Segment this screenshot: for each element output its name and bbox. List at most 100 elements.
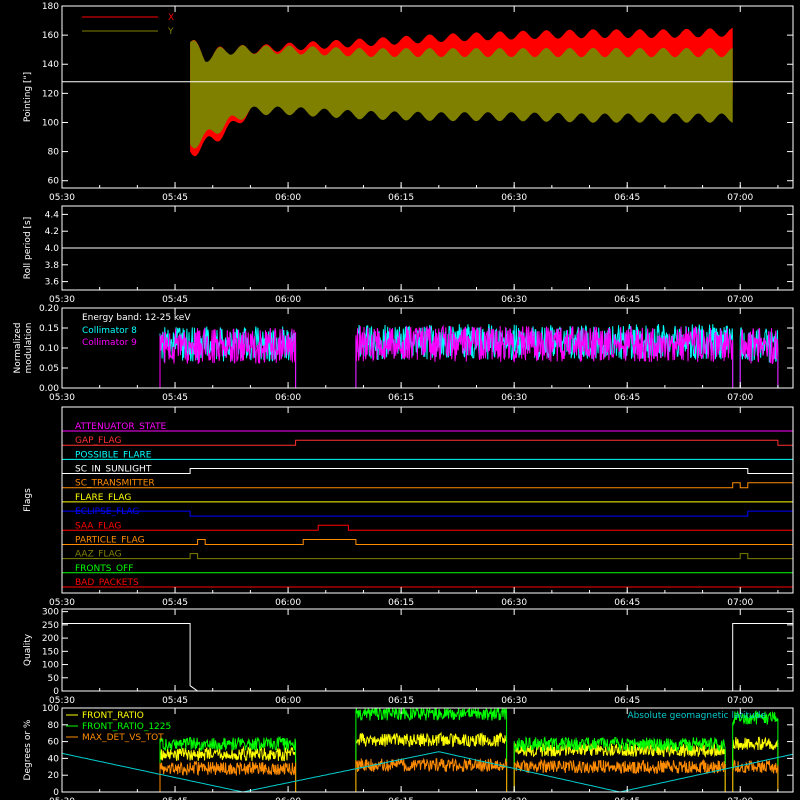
flag-label-6: ECLIPSE_FLAG — [75, 507, 139, 517]
plot-frame — [61, 406, 794, 594]
y-tick-label: 160 — [42, 31, 59, 41]
x-tick-label: 06:45 — [614, 393, 640, 403]
x-tick-label: 06:15 — [388, 193, 414, 203]
plot-area — [62, 623, 793, 691]
panel-3: Energy band: 12-25 keV Collimator 8 Collim… — [13, 304, 794, 403]
flag-line-7 — [62, 524, 793, 531]
flag-line-3 — [62, 468, 793, 474]
legend-label-X: X — [168, 13, 174, 23]
legend-label-2: MAX_DET_VS_TOT — [82, 733, 164, 743]
x-tick-label: 06:15 — [388, 598, 414, 608]
y-tick-label: 150 — [42, 647, 59, 657]
series-2-segment-0 — [159, 760, 297, 792]
y-tick-label: 40 — [48, 754, 60, 764]
x-tick-label: 07:00 — [727, 193, 753, 203]
flag-label-10: FRONTS_OFF — [75, 564, 133, 574]
legend: XY — [82, 13, 174, 37]
x-tick-label: 07:00 — [727, 696, 753, 706]
y-axis: 0 50 100 150 200 250 300 — [42, 608, 793, 697]
panel-5: 05:30 05:45 06:00 06:15 06:30 06:45 07:0005010… — [23, 608, 794, 706]
y-tick-label: 140 — [42, 60, 59, 70]
x-axis: 05:30 05:45 06:00 06:15 06:30 06:45 07:00 — [49, 407, 779, 608]
x-tick-label: 05:30 — [49, 193, 75, 203]
y-tick-label: 80 — [48, 721, 60, 731]
y-tick-label: 4.2 — [45, 227, 59, 237]
x-tick-label: 06:45 — [614, 193, 640, 203]
series-3-line — [62, 751, 793, 792]
y-tick-label: 4.0 — [45, 244, 60, 254]
x-tick-label: 06:30 — [501, 696, 527, 706]
x-tick-label: 06:15 — [388, 393, 414, 403]
y-axis-title: Normalizedmodulation — [13, 322, 34, 373]
flag-line-9 — [62, 553, 793, 560]
legend-label-3: Absolute geomagnetic latitude — [627, 711, 766, 721]
y-axis-title: Pointing ["] — [23, 72, 33, 122]
series-1-segment-1 — [355, 708, 508, 792]
x-tick-label: 06:00 — [275, 193, 301, 203]
x-tick-label: 06:45 — [614, 696, 640, 706]
legend-label-0: Collimator 8 — [82, 326, 137, 336]
y-tick-label: 50 — [48, 674, 60, 684]
x-tick-label: 07:00 — [727, 598, 753, 608]
x-tick-label: 06:30 — [501, 598, 527, 608]
legend: FRONT_RATIOFRONT_RATIO_1225MAX_DET_VS_TO… — [66, 711, 766, 743]
y-tick-label: 100 — [42, 118, 59, 128]
series-0-segment-3 — [732, 736, 779, 792]
y-axis-title: Roll period [s] — [23, 217, 33, 279]
x-tick-label: 06:00 — [275, 598, 301, 608]
x-tick-label: 05:45 — [162, 598, 188, 608]
series-2-segment-3 — [732, 759, 779, 792]
x-tick-label: 06:30 — [501, 393, 527, 403]
energy-band-annotation: Energy band: 12-25 keV — [82, 313, 191, 323]
y-axis-title: Quality — [23, 633, 33, 666]
chart-figure: XY 05:30 05:45 06:00 06:15 06:30 06:45 07:00 60 8… — [13, 2, 794, 800]
plot-frame — [61, 608, 794, 692]
plot-area — [62, 430, 793, 588]
y-tick-label: 0 — [53, 687, 59, 697]
legend-label-Y: Y — [167, 27, 174, 37]
x-tick-label: 06:45 — [614, 295, 640, 305]
plot-area — [62, 28, 793, 157]
x-tick-label: 06:30 — [501, 295, 527, 305]
panel-2: 05:30 05:45 06:00 06:15 06:30 06:45 07:003.63.… — [23, 205, 794, 305]
x-tick-label: 06:00 — [275, 696, 301, 706]
y-tick-label: 0.20 — [39, 304, 59, 314]
flag-label-2: POSSIBLE_FLARE — [75, 450, 152, 460]
y-tick-label: 0.00 — [39, 384, 59, 394]
y-tick-label: 0.15 — [39, 324, 59, 334]
y-axis-title: Flags — [23, 488, 33, 512]
flag-label-7: SAA_FLAG — [75, 521, 121, 531]
flag-label-9: AAZ_FLAG — [75, 550, 122, 560]
flag-line-1 — [62, 439, 793, 446]
x-tick-label: 05:45 — [162, 696, 188, 706]
flag-line-6 — [62, 510, 793, 517]
y-axis-title-line1: Normalized — [13, 322, 23, 373]
y-tick-label: 100 — [42, 661, 59, 671]
flag-label-5: FLARE_FLAG — [75, 493, 131, 503]
y-tick-label: 60 — [48, 738, 60, 748]
y-axis: 3.6 3.8 4.0 4.2 4.4 — [45, 210, 793, 288]
x-tick-label: 06:45 — [614, 598, 640, 608]
legend-label-0: FRONT_RATIO — [82, 711, 144, 721]
legend-label-1: Collimator 9 — [82, 338, 137, 348]
flag-label-0: ATTENUATOR_STATE — [75, 422, 167, 432]
x-tick-label: 06:00 — [275, 393, 301, 403]
y-tick-label: 300 — [42, 608, 59, 618]
x-tick-label: 05:30 — [49, 393, 75, 403]
flag-label-1: GAP_FLAG — [75, 436, 121, 446]
x-tick-label: 05:45 — [162, 193, 188, 203]
y-tick-label: 3.6 — [45, 278, 60, 288]
y-tick-label: 180 — [42, 2, 59, 12]
y-tick-label: 3.8 — [45, 261, 60, 271]
y-tick-label: 0 — [53, 788, 59, 798]
y-tick-label: 250 — [42, 621, 59, 631]
flag-label-3: SC_IN_SUNLIGHT — [75, 465, 152, 475]
flag-label-11: BAD_PACKETS — [75, 578, 139, 588]
x-tick-label: 06:15 — [388, 295, 414, 305]
y-axis-title: Degrees or % — [23, 719, 33, 780]
flag-line-8 — [62, 539, 793, 545]
flag-label-4: SC_TRANSMITTER — [75, 479, 155, 489]
x-tick-label: 06:30 — [501, 193, 527, 203]
panel-1: XY 05:30 05:45 06:00 06:15 06:30 06:45 07:00 60 8… — [23, 2, 794, 203]
series-2-segment-1 — [355, 757, 508, 792]
